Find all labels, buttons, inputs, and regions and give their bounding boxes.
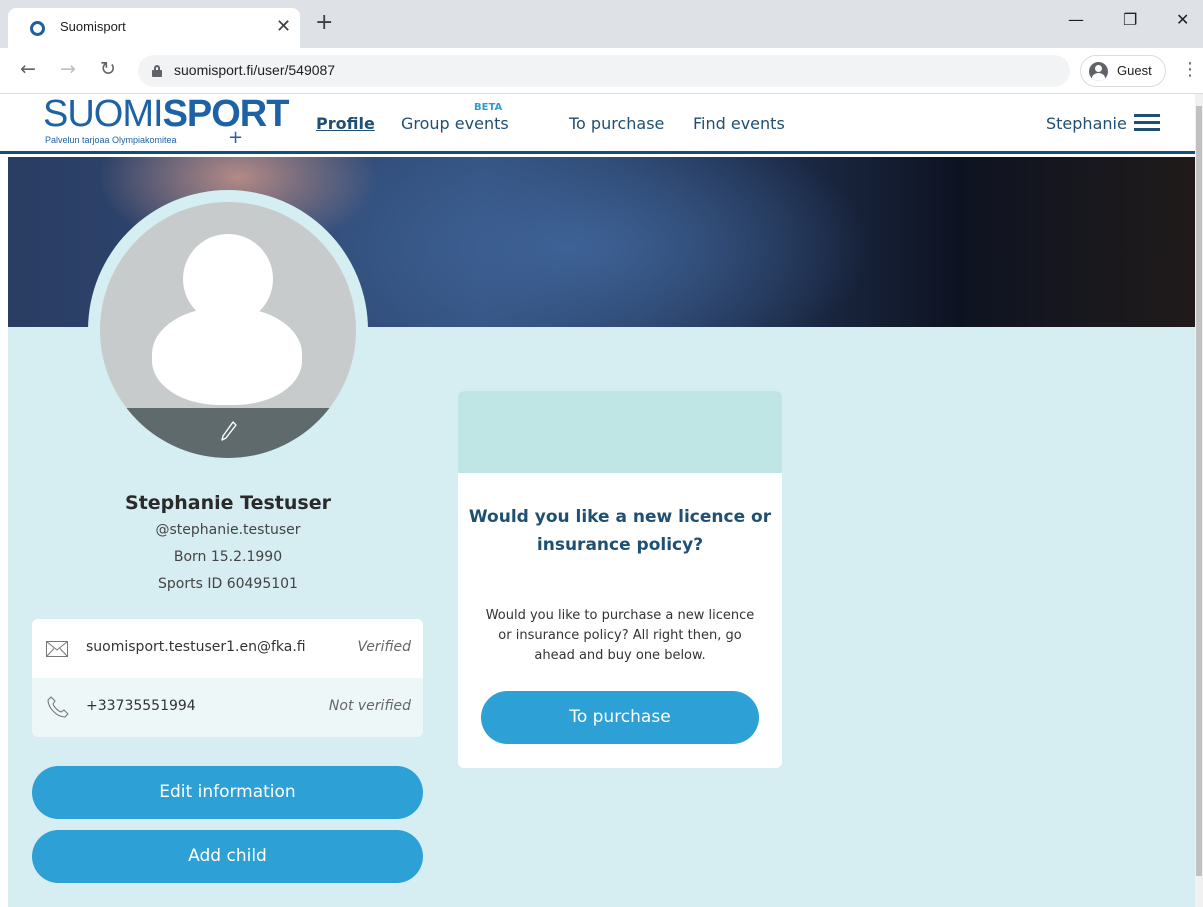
page-scrollbar[interactable] [1195, 94, 1203, 907]
site-header: SUOMISPORT Palvelun tarjoaa Olympiakomit… [0, 94, 1195, 154]
avatar-body [152, 307, 302, 405]
site-favicon-icon [30, 21, 45, 36]
email-status: Verified [357, 639, 411, 655]
olympic-cross-icon: + [228, 127, 244, 148]
guest-label: Guest [1117, 63, 1152, 78]
contact-card: suomisport.testuser1.en@fka.fi Verified … [32, 619, 423, 737]
user-menu-name[interactable]: Stephanie [1046, 114, 1127, 133]
guest-profile-button[interactable]: Guest [1080, 55, 1166, 87]
phone-row: +33735551994 Not verified [32, 678, 423, 737]
hamburger-menu-icon[interactable] [1134, 114, 1160, 132]
profile-username: @stephanie.testuser [155, 522, 301, 538]
url-text: suomisport.fi/user/549087 [174, 62, 336, 78]
promo-card: Would you like a new licence or insuranc… [458, 391, 782, 768]
promo-title: Would you like a new licence or insuranc… [468, 507, 772, 555]
email-value: suomisport.testuser1.en@fka.fi [86, 639, 306, 655]
close-window-icon[interactable]: ✕ [1176, 10, 1189, 29]
address-bar[interactable]: suomisport.fi/user/549087 [138, 55, 1070, 87]
forward-icon[interactable]: → [60, 58, 76, 80]
logo-subtitle: Palvelun tarjoaa Olympiakomitea [45, 135, 177, 145]
new-tab-icon[interactable]: + [315, 12, 333, 34]
restore-icon[interactable]: ❐ [1123, 10, 1137, 29]
promo-header-band [458, 391, 782, 473]
tab-title: Suomisport [60, 19, 126, 34]
profile-sports-id: Sports ID 60495101 [158, 576, 298, 592]
add-child-button[interactable]: Add child [32, 830, 423, 883]
suomisport-logo[interactable]: SUOMISPORT [43, 94, 289, 134]
promo-description: Would you like to purchase a new licence… [485, 608, 755, 663]
browser-toolbar: ← → ↻ suomisport.fi/user/549087 Guest ⋮ [0, 48, 1203, 94]
beta-badge: BETA [474, 102, 503, 113]
promo-to-purchase-button[interactable]: To purchase [481, 691, 759, 744]
pencil-icon[interactable] [220, 420, 238, 442]
nav-find-events[interactable]: Find events [693, 114, 785, 133]
browser-tabstrip: Suomisport ✕ + — ❐ ✕ [0, 0, 1203, 48]
browser-menu-icon[interactable]: ⋮ [1181, 59, 1199, 80]
nav-group-events[interactable]: Group events [401, 114, 509, 133]
reload-icon[interactable]: ↻ [100, 58, 116, 80]
profile-name: Stephanie Testuser [125, 492, 331, 514]
lock-icon [152, 65, 162, 77]
nav-profile[interactable]: Profile [316, 114, 375, 133]
close-tab-icon[interactable]: ✕ [276, 16, 291, 37]
edit-information-button[interactable]: Edit information [32, 766, 423, 819]
phone-value: +33735551994 [86, 698, 196, 714]
email-row: suomisport.testuser1.en@fka.fi Verified [32, 619, 423, 678]
nav-to-purchase[interactable]: To purchase [569, 114, 664, 133]
phone-icon [47, 696, 69, 718]
profile-avatar[interactable] [100, 202, 356, 458]
mail-icon [46, 641, 68, 657]
back-icon[interactable]: ← [20, 58, 36, 80]
scrollbar-thumb[interactable] [1196, 106, 1202, 876]
phone-status: Not verified [328, 698, 411, 714]
browser-tab[interactable]: Suomisport ✕ [8, 8, 300, 48]
guest-avatar-icon [1089, 62, 1108, 81]
profile-birthdate: Born 15.2.1990 [173, 549, 283, 565]
minimize-icon[interactable]: — [1068, 10, 1084, 29]
